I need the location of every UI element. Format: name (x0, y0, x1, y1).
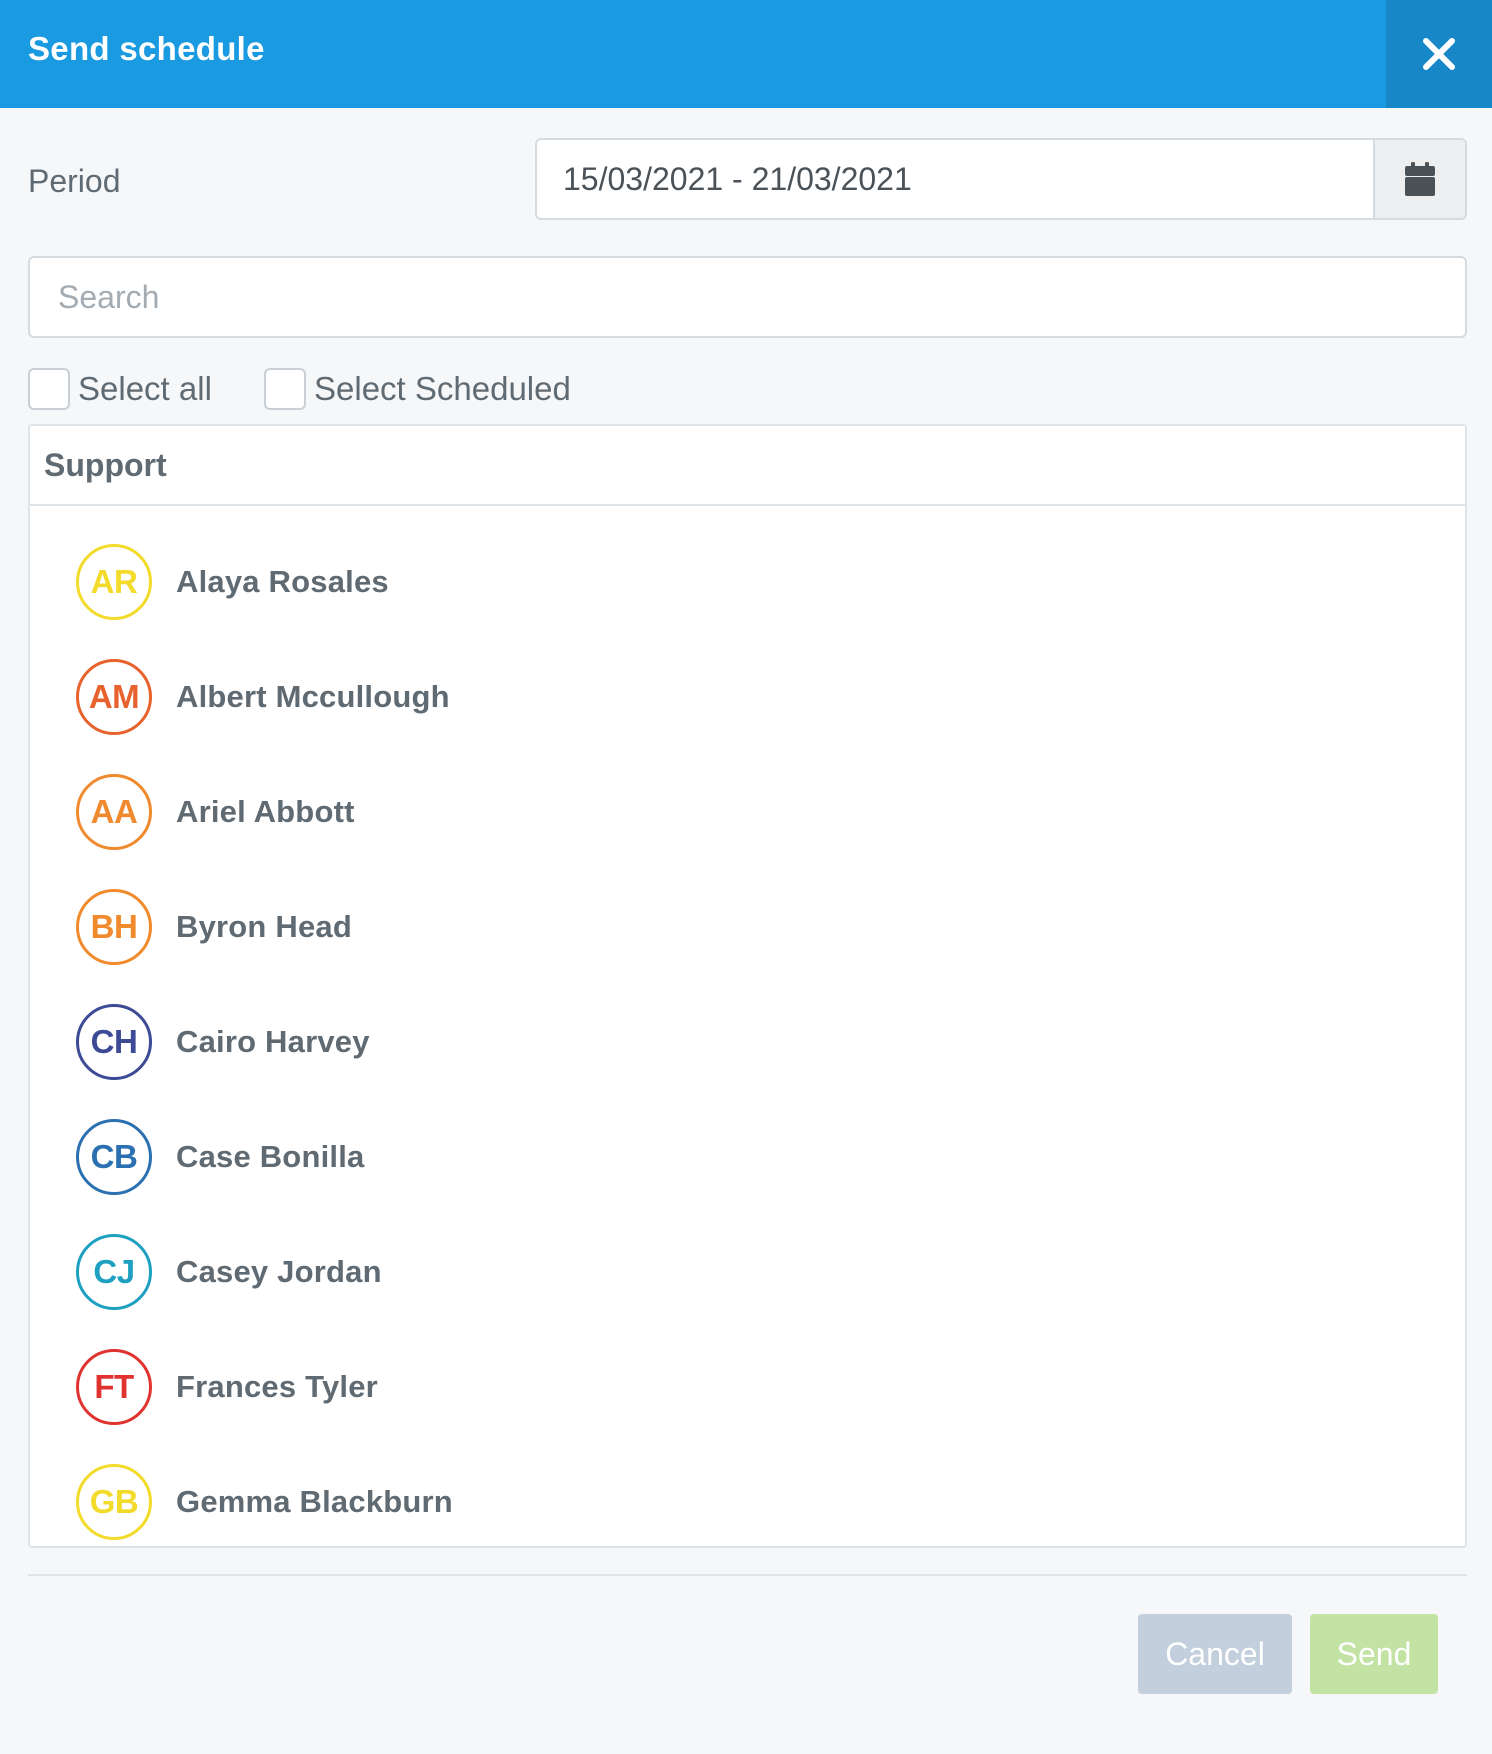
search-input[interactable] (28, 256, 1467, 338)
list-item[interactable]: CB Case Bonilla (30, 1099, 1465, 1214)
employee-name: Case Bonilla (176, 1138, 365, 1174)
period-value[interactable]: 15/03/2021 - 21/03/2021 (537, 140, 1373, 218)
avatar: GB (76, 1463, 152, 1540)
employee-name: Alaya Rosales (176, 563, 389, 599)
employee-name: Byron Head (176, 908, 352, 944)
send-schedule-dialog: Send schedule Period 15/03/2021 - 21/03/… (0, 0, 1492, 1754)
avatar: BH (76, 888, 152, 965)
select-scheduled-label: Select Scheduled (314, 370, 571, 407)
footer-divider (28, 1574, 1467, 1576)
employee-list: AR Alaya Rosales AM Albert Mccullough AA… (30, 506, 1465, 1546)
group-header: Support (30, 426, 1465, 506)
period-label: Period (28, 163, 121, 199)
list-item[interactable]: AR Alaya Rosales (30, 524, 1465, 639)
list-item[interactable]: CJ Casey Jordan (30, 1214, 1465, 1329)
calendar-button[interactable] (1373, 140, 1465, 218)
employee-name: Frances Tyler (176, 1368, 378, 1404)
avatar: FT (76, 1348, 152, 1425)
send-button[interactable]: Send (1310, 1614, 1438, 1694)
employee-list-panel: Support AR Alaya Rosales AM Albert Mccul… (28, 424, 1467, 1548)
period-field[interactable]: 15/03/2021 - 21/03/2021 (535, 138, 1467, 220)
dialog-header: Send schedule (0, 0, 1492, 108)
employee-name: Albert Mccullough (176, 678, 450, 714)
select-all-checkbox[interactable] (28, 368, 70, 410)
select-scheduled-checkbox[interactable] (264, 368, 306, 410)
employee-name: Gemma Blackburn (176, 1483, 453, 1519)
avatar: CJ (76, 1233, 152, 1310)
dialog-title: Send schedule (28, 30, 265, 67)
avatar: CH (76, 1003, 152, 1080)
close-icon (1423, 38, 1455, 70)
list-item[interactable]: GB Gemma Blackburn (30, 1444, 1465, 1546)
select-all-label: Select all (78, 370, 212, 407)
employee-name: Cairo Harvey (176, 1023, 370, 1059)
employee-name: Casey Jordan (176, 1253, 382, 1289)
list-item[interactable]: BH Byron Head (30, 869, 1465, 984)
avatar: AM (76, 658, 152, 735)
cancel-button[interactable]: Cancel (1138, 1614, 1292, 1694)
avatar: AA (76, 773, 152, 850)
list-item[interactable]: CH Cairo Harvey (30, 984, 1465, 1099)
list-item[interactable]: AM Albert Mccullough (30, 639, 1465, 754)
select-scheduled-option[interactable]: Select Scheduled (264, 368, 571, 410)
employee-name: Ariel Abbott (176, 793, 355, 829)
avatar: CB (76, 1118, 152, 1195)
select-all-option[interactable]: Select all (28, 368, 212, 410)
list-item[interactable]: FT Frances Tyler (30, 1329, 1465, 1444)
calendar-icon (1405, 162, 1435, 196)
list-item[interactable]: AA Ariel Abbott (30, 754, 1465, 869)
close-button[interactable] (1386, 0, 1492, 108)
avatar: AR (76, 543, 152, 620)
